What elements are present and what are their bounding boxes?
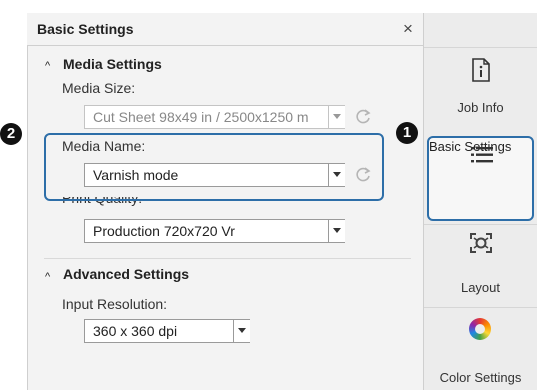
chevron-down-icon[interactable] — [233, 320, 250, 342]
tab-label: Job Info — [457, 100, 504, 115]
color-ring-hole — [475, 324, 485, 334]
layout-icon — [470, 233, 492, 253]
color-ring-icon — [469, 318, 491, 340]
tab-label: Layout — [460, 280, 501, 295]
collapse-chevron-icon[interactable]: ^ — [45, 271, 50, 283]
list-icon — [471, 147, 493, 163]
media-name-highlight — [44, 133, 384, 201]
tab-color-settings[interactable]: Color Settings — [424, 308, 537, 390]
advanced-settings-heading[interactable]: Advanced Settings — [63, 266, 189, 282]
refresh-icon — [356, 109, 371, 124]
media-size-select: Cut Sheet 98x49 in / 2500x1250 m — [84, 105, 345, 129]
tab-label: Color Settings — [439, 370, 522, 385]
collapse-chevron-icon[interactable]: ^ — [45, 60, 50, 72]
panel-title: Basic Settings — [37, 21, 134, 37]
media-size-value: Cut Sheet 98x49 in / 2500x1250 m — [93, 109, 309, 125]
chevron-down-icon — [328, 106, 345, 128]
callout-badge-1: 1 — [396, 122, 418, 144]
chevron-down-icon[interactable] — [328, 220, 345, 242]
print-quality-select[interactable]: Production 720x720 Vr — [84, 219, 345, 243]
print-quality-value: Production 720x720 Vr — [93, 223, 235, 239]
tab-basic-settings[interactable]: Basic Settings — [427, 136, 534, 221]
callout-badge-2: 2 — [0, 123, 22, 145]
close-icon[interactable]: × — [403, 20, 413, 37]
tab-job-info[interactable]: Job Info — [424, 48, 537, 134]
input-resolution-value: 360 x 360 dpi — [93, 323, 178, 339]
section-divider — [44, 258, 411, 259]
tab-layout[interactable]: Layout — [424, 225, 537, 307]
input-resolution-label: Input Resolution: — [62, 296, 168, 312]
media-settings-heading[interactable]: Media Settings — [63, 56, 162, 72]
media-size-label: Media Size: — [62, 80, 136, 96]
info-document-icon — [472, 58, 490, 82]
input-resolution-select[interactable]: 360 x 360 dpi — [84, 319, 250, 343]
